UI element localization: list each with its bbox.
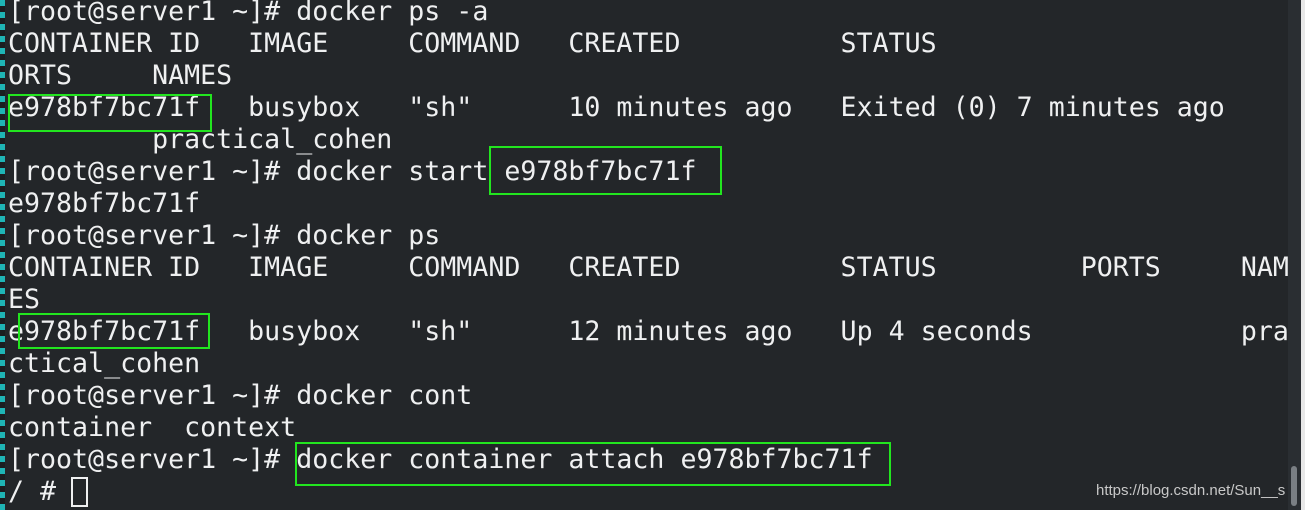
terminal-line: ORTS NAMES [8,60,233,91]
scrollbar-thumb[interactable] [1291,466,1297,506]
terminal-line: container context [8,412,297,443]
terminal-line: ctical_cohen [8,348,201,379]
highlight-box-attach-command [295,442,891,486]
scrollbar[interactable] [1288,0,1301,510]
terminal-cursor [71,477,88,507]
terminal-line: [root@server1 ~]# docker ps -a [8,0,489,27]
background-window-edge [1301,0,1305,510]
highlight-box-container-id [8,94,212,132]
terminal-line: [root@server1 ~]# docker cont [8,380,473,411]
watermark: https://blog.csdn.net/Sun__s [1096,482,1286,499]
highlight-box-running-id [18,313,210,349]
terminal-output[interactable]: [root@server1 ~]# docker ps -a CONTAINER … [8,0,1305,508]
terminal-line: [root@server1 ~]# docker ps [8,220,441,251]
highlight-box-start-id [489,146,722,195]
terminal-line: ES [8,284,41,315]
terminal-line: CONTAINER ID IMAGE COMMAND CREATED STATU… [8,28,1305,59]
terminal-line: CONTAINER ID IMAGE COMMAND CREATED STATU… [8,252,1289,283]
left-window-edge [0,0,5,510]
